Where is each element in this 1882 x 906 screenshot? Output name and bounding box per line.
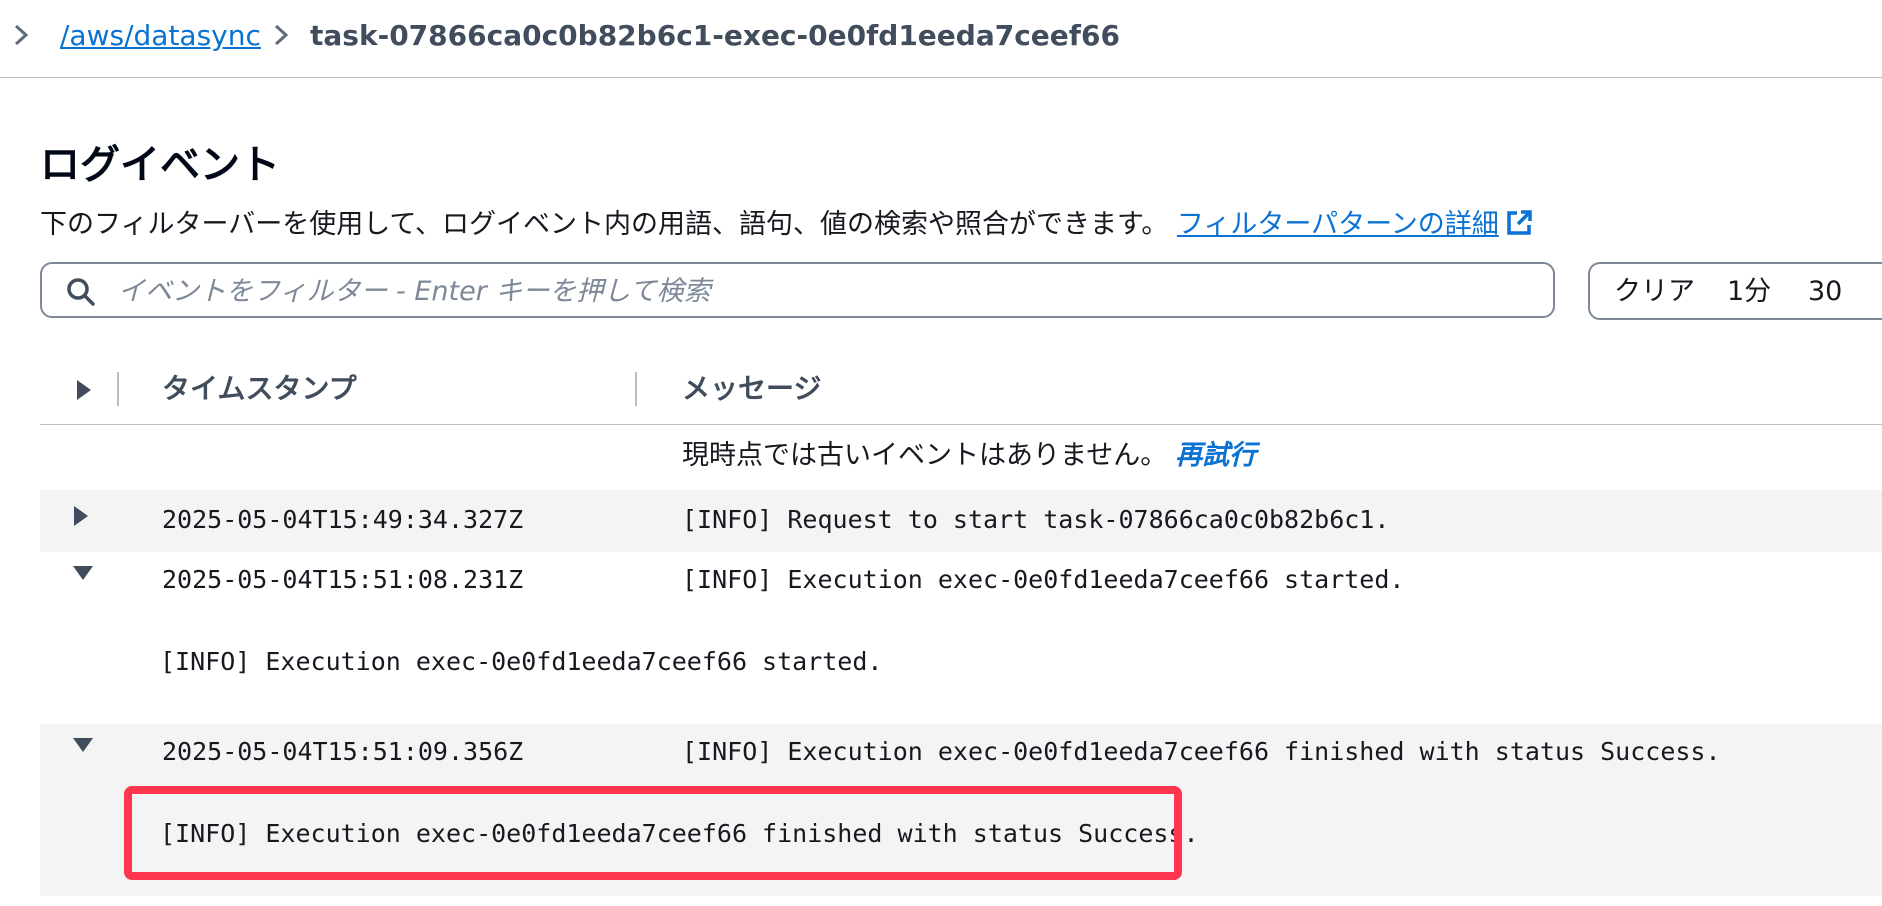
- breadcrumb-link-log-group[interactable]: /aws/datasync: [60, 18, 261, 54]
- caret-down-icon[interactable]: [70, 734, 96, 760]
- page-description: 下のフィルターバーを使用して、ログイベント内の用語、語句、値の検索や照合ができま…: [40, 207, 1533, 247]
- breadcrumb-current-log-stream: task-07866ca0c0b82b6c1-exec-0e0fd1eeda7c…: [310, 19, 1120, 52]
- no-older-events-notice: 現時点では古いイベントはありません。 再試行: [682, 438, 1256, 474]
- table-header: タイムスタンプ メッセージ: [40, 360, 1882, 425]
- column-header-message[interactable]: メッセージ: [682, 370, 821, 408]
- highlight-box: [124, 786, 1182, 880]
- description-text: 下のフィルターバーを使用して、ログイベント内の用語、語句、値の検索や照合ができま…: [40, 209, 1169, 240]
- row-timestamp: 2025-05-04T15:51:09.356Z: [162, 737, 524, 766]
- row-timestamp: 2025-05-04T15:49:34.327Z: [162, 505, 524, 534]
- caret-down-icon[interactable]: [70, 562, 96, 588]
- table-row[interactable]: 2025-05-04T15:51:08.231Z [INFO] Executio…: [40, 552, 1882, 724]
- caret-right-icon[interactable]: [73, 376, 95, 408]
- time-range-segmented-control: クリア 1分 30: [1588, 262, 1882, 320]
- chevron-right-icon: [272, 20, 290, 57]
- column-header-timestamp[interactable]: タイムスタンプ: [162, 370, 357, 408]
- row-message: [INFO] Request to start task-07866ca0c0b…: [682, 505, 1390, 534]
- caret-right-icon[interactable]: [70, 502, 92, 534]
- page-title: ログイベント: [40, 142, 280, 188]
- row-message: [INFO] Execution exec-0e0fd1eeda7ceef66 …: [682, 565, 1405, 594]
- external-link-icon: [1505, 209, 1533, 247]
- range-1m-button[interactable]: 1分: [1727, 276, 1771, 308]
- event-filter-box: [40, 262, 1555, 318]
- row-message: [INFO] Execution exec-0e0fd1eeda7ceef66 …: [682, 737, 1721, 766]
- clear-button[interactable]: クリア: [1614, 276, 1695, 308]
- row-timestamp: 2025-05-04T15:51:08.231Z: [162, 565, 524, 594]
- notice-text: 現時点では古いイベントはありません。: [682, 440, 1168, 471]
- expanded-event-detail: [INFO] Execution exec-0e0fd1eeda7ceef66 …: [160, 647, 883, 676]
- chevron-right-icon: [12, 20, 30, 57]
- column-resize-handle[interactable]: [635, 372, 637, 406]
- breadcrumb: /aws/datasync task-07866ca0c0b82b6c1-exe…: [0, 0, 1882, 78]
- table-row[interactable]: 2025-05-04T15:49:34.327Z [INFO] Request …: [40, 490, 1882, 552]
- range-30-button[interactable]: 30: [1808, 276, 1842, 308]
- retry-link[interactable]: 再試行: [1175, 440, 1256, 471]
- column-divider: [117, 372, 119, 406]
- event-filter-input[interactable]: [116, 272, 1540, 310]
- search-icon: [66, 277, 96, 311]
- filter-pattern-docs-label: フィルターパターンの詳細: [1176, 209, 1499, 240]
- filter-pattern-docs-link[interactable]: フィルターパターンの詳細: [1177, 209, 1533, 240]
